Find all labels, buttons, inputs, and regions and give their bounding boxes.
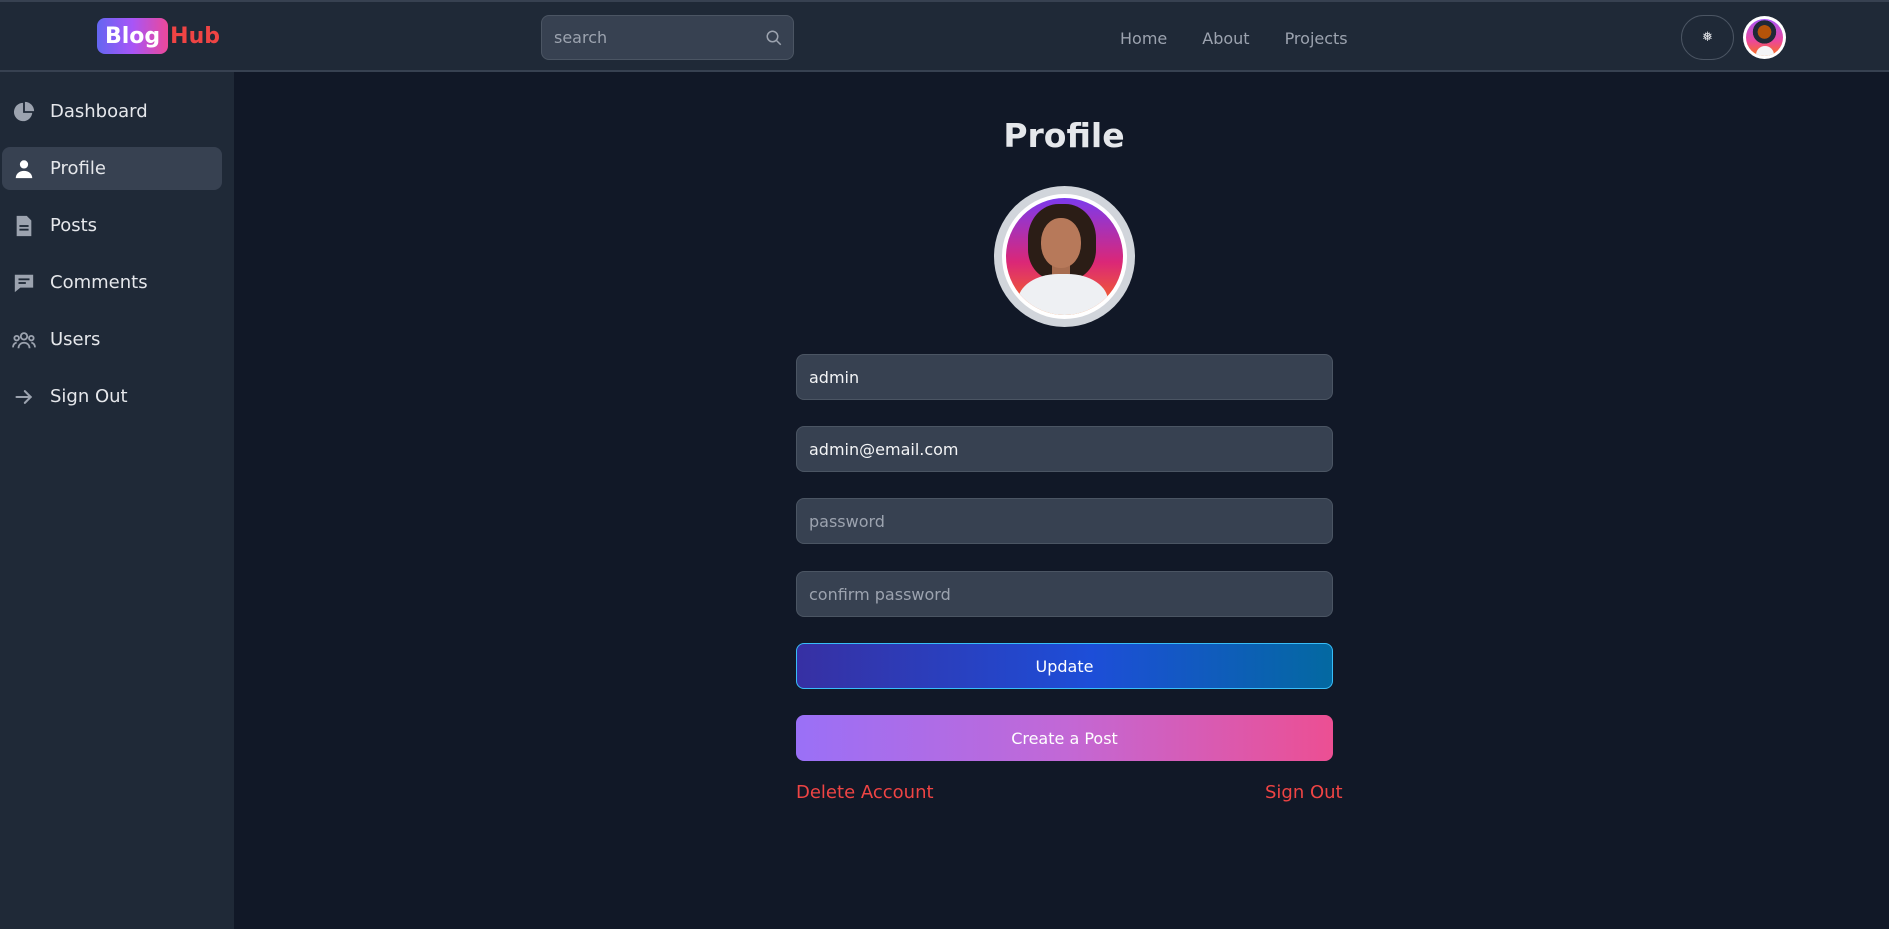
users-icon (12, 328, 36, 352)
sidebar-item-label: Comments (50, 272, 148, 293)
sidebar-item-users[interactable]: Users (2, 318, 222, 361)
email-field[interactable] (796, 426, 1333, 472)
top-nav: Home About Projects (1120, 2, 1383, 74)
document-icon (12, 214, 36, 238)
create-post-button[interactable]: Create a Post (796, 715, 1333, 761)
sidebar-item-profile[interactable]: Profile (2, 147, 222, 190)
pie-chart-icon (12, 100, 36, 124)
search-input[interactable] (542, 28, 754, 47)
theme-toggle-button[interactable]: ❅ (1681, 15, 1734, 60)
nav-about[interactable]: About (1202, 29, 1249, 48)
logo[interactable]: Blog Hub (97, 18, 220, 54)
nav-home[interactable]: Home (1120, 29, 1167, 48)
logo-badge: Blog (97, 18, 169, 54)
signout-link[interactable]: Sign Out (1265, 782, 1343, 803)
user-icon (12, 157, 36, 181)
sidebar-item-posts[interactable]: Posts (2, 204, 222, 247)
profile-photo (1006, 198, 1123, 315)
sidebar: Dashboard Profile Posts Comments Users S… (0, 72, 234, 929)
delete-account-link[interactable]: Delete Account (796, 782, 934, 803)
sidebar-item-label: Users (50, 329, 101, 350)
sidebar-item-signout[interactable]: Sign Out (2, 375, 222, 418)
snowflake-icon: ❅ (1702, 30, 1713, 45)
sidebar-item-label: Profile (50, 158, 106, 179)
header-avatar[interactable] (1743, 16, 1786, 59)
main-content: Profile Update Create a Post Delete Acco… (234, 72, 1889, 929)
confirm-password-field[interactable] (796, 571, 1333, 617)
sidebar-item-label: Sign Out (50, 386, 128, 407)
sidebar-item-comments[interactable]: Comments (2, 261, 222, 304)
sidebar-item-dashboard[interactable]: Dashboard (2, 90, 222, 133)
profile-picture[interactable] (994, 186, 1135, 327)
page-title: Profile (1003, 116, 1125, 155)
sidebar-item-label: Posts (50, 215, 98, 236)
logo-text: Hub (170, 23, 220, 49)
update-button[interactable]: Update (796, 643, 1333, 689)
arrow-right-icon (12, 385, 36, 409)
comment-icon (12, 271, 36, 295)
password-field[interactable] (796, 498, 1333, 544)
username-field[interactable] (796, 354, 1333, 400)
search-icon[interactable] (754, 18, 793, 58)
search-box (541, 15, 794, 60)
sidebar-item-label: Dashboard (50, 101, 148, 122)
nav-projects[interactable]: Projects (1285, 29, 1348, 48)
top-header: Blog Hub Home About Projects ❅ (0, 0, 1889, 72)
avatar-image (1746, 19, 1783, 56)
